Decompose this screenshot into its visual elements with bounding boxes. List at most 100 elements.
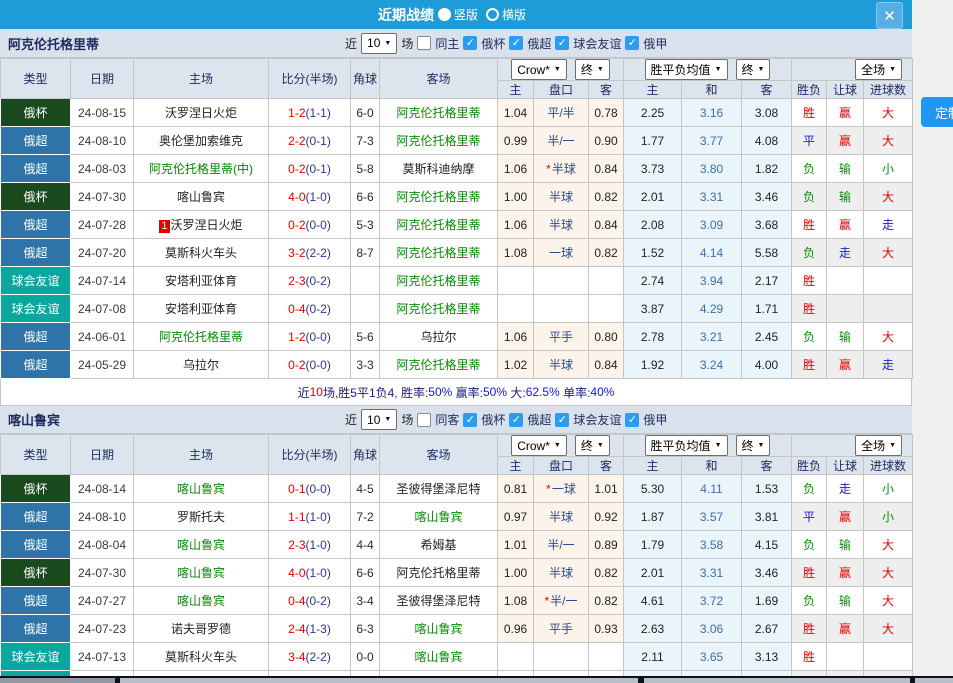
score: 2-3(1-0) xyxy=(269,531,351,559)
match-date: 24-07-28 xyxy=(71,211,134,239)
odds-company-value: Crow* xyxy=(517,63,550,77)
handicap-result-cell xyxy=(827,643,864,671)
crow-away-odds: 0.92 xyxy=(589,503,624,531)
league-checkbox-super[interactable]: ✓ xyxy=(509,36,523,50)
full-match-group: 全场▼ xyxy=(792,435,913,457)
handicap: 半球 xyxy=(534,211,589,239)
home-team: 喀山鲁宾 xyxy=(134,475,269,503)
filter-bar: 近 10▼ 场 同客 ✓俄杯 ✓俄超 ✓球会友谊 ✓俄甲 xyxy=(345,409,667,430)
match-row: 俄杯24-08-15沃罗涅日火炬1-2(1-1)6-0阿克伦托格里蒂1.04平/… xyxy=(1,99,913,127)
customize-button[interactable]: 定制 xyxy=(921,97,953,127)
league-badge: 俄超 xyxy=(1,211,71,239)
same-venue-checkbox[interactable] xyxy=(417,36,431,50)
full-match-select[interactable]: 全场▼ xyxy=(855,435,902,456)
same-venue-checkbox[interactable] xyxy=(417,413,431,427)
league-checkbox-friendly[interactable]: ✓ xyxy=(555,36,569,50)
odds-company-value: Crow* xyxy=(517,439,550,453)
home-team: 安塔利亚体育 xyxy=(134,295,269,323)
match-count-select[interactable]: 10 ▼ xyxy=(361,409,397,430)
chevron-down-icon: ▼ xyxy=(758,442,765,449)
summary-segment: 62.5% xyxy=(526,385,560,399)
league-badge: 俄杯 xyxy=(1,183,71,211)
home-team: 沃罗涅日火炬 xyxy=(134,99,269,127)
handicap: 半球 xyxy=(534,351,589,379)
close-button[interactable]: ✕ xyxy=(876,2,903,29)
avg-time-select[interactable]: 终▼ xyxy=(736,435,771,456)
crow-away-odds: 0.80 xyxy=(589,323,624,351)
section-team-title: 阿克伦托格里蒂 xyxy=(8,34,99,53)
home-team: 1沃罗涅日火炬 xyxy=(134,211,269,239)
avg-draw-odds: 3.21 xyxy=(682,323,742,351)
sub-header: 胜负 xyxy=(792,457,827,475)
odds-time-select[interactable]: 终▼ xyxy=(575,435,610,456)
league-checkbox-div1[interactable]: ✓ xyxy=(625,36,639,50)
full-match-select[interactable]: 全场▼ xyxy=(855,59,902,80)
league-badge: 俄超 xyxy=(1,615,71,643)
goals-cell xyxy=(864,643,913,671)
sub-header: 让球 xyxy=(827,81,864,99)
crow-odds-group: Crow*▼ 终▼ xyxy=(498,435,624,457)
home-team: 奥伦堡加索维克 xyxy=(134,127,269,155)
summary-segment: 50% xyxy=(483,385,507,399)
background-window xyxy=(0,678,115,683)
home-team: 安塔利亚体育 xyxy=(134,267,269,295)
vertical-layout-radio[interactable] xyxy=(438,8,451,21)
crow-away-odds: 0.82 xyxy=(589,183,624,211)
corner-score: 0-0 xyxy=(351,643,380,671)
avg-away-odds: 3.46 xyxy=(742,559,792,587)
result-cell: 胜 xyxy=(792,351,827,379)
sub-header: 进球数 xyxy=(864,81,913,99)
match-row: 俄超24-08-03阿克伦托格里蒂(中)0-2(0-1)5-8莫斯科迪纳摩1.0… xyxy=(1,155,913,183)
result-cell: 胜 xyxy=(792,211,827,239)
handicap: 半球 xyxy=(534,503,589,531)
goals-cell: 走 xyxy=(864,211,913,239)
handicap-result-cell: 赢 xyxy=(827,127,864,155)
dialog-title: 近期战绩 xyxy=(378,5,434,25)
sub-header: 主 xyxy=(624,81,682,99)
odds-time-select[interactable]: 终▼ xyxy=(575,59,610,80)
handicap: *一球 xyxy=(534,475,589,503)
avg-away-odds: 5.58 xyxy=(742,239,792,267)
avg-home-odds: 2.11 xyxy=(624,643,682,671)
sub-header: 和 xyxy=(682,81,742,99)
match-row: 俄杯24-07-30喀山鲁宾4-0(1-0)6-6阿克伦托格里蒂1.00半球0.… xyxy=(1,559,913,587)
handicap-result-cell: 输 xyxy=(827,587,864,615)
league-label-super: 俄超 xyxy=(527,411,551,428)
league-label-friendly: 球会友谊 xyxy=(573,35,621,52)
league-checkbox-div1[interactable]: ✓ xyxy=(625,413,639,427)
corner-score: 5-3 xyxy=(351,211,380,239)
match-count-value: 10 xyxy=(367,413,380,427)
handicap xyxy=(534,295,589,323)
section-team-title: 喀山鲁宾 xyxy=(8,410,60,429)
corner-score: 7-3 xyxy=(351,127,380,155)
avg-draw-odds: 4.14 xyxy=(682,239,742,267)
chevron-down-icon: ▼ xyxy=(554,66,561,73)
handicap: 半/一 xyxy=(534,531,589,559)
avg-odds-select[interactable]: 胜平负均值▼ xyxy=(645,435,728,456)
avg-odds-select[interactable]: 胜平负均值▼ xyxy=(645,59,728,80)
crow-away-odds: 0.82 xyxy=(589,239,624,267)
league-checkbox-cup[interactable]: ✓ xyxy=(463,36,477,50)
horizontal-layout-radio[interactable] xyxy=(486,8,499,21)
league-checkbox-friendly[interactable]: ✓ xyxy=(555,413,569,427)
chevron-down-icon: ▼ xyxy=(384,416,391,423)
match-count-select[interactable]: 10▼ xyxy=(361,33,397,54)
league-checkbox-cup[interactable]: ✓ xyxy=(463,413,477,427)
odds-company-select[interactable]: Crow* ▼ xyxy=(511,59,567,80)
league-checkbox-super[interactable]: ✓ xyxy=(509,413,523,427)
goals-cell: 大 xyxy=(864,559,913,587)
filter-bar: 近 10▼ 场 同主 ✓俄杯 ✓俄超 ✓球会友谊 ✓俄甲 xyxy=(345,33,667,54)
avg-draw-odds: 4.29 xyxy=(682,295,742,323)
handicap: 一球 xyxy=(534,239,589,267)
sub-header: 客 xyxy=(742,81,792,99)
crow-home-odds xyxy=(498,267,534,295)
handicap: 平手 xyxy=(534,615,589,643)
avg-time-select[interactable]: 终▼ xyxy=(736,59,771,80)
col-header-home: 主场 xyxy=(134,59,269,99)
handicap: 半/一 xyxy=(534,127,589,155)
odds-company-select[interactable]: Crow*▼ xyxy=(511,435,567,456)
chevron-down-icon: ▼ xyxy=(597,66,604,73)
away-team: 阿克伦托格里蒂 xyxy=(380,183,498,211)
away-team: 喀山鲁宾 xyxy=(380,643,498,671)
result-cell: 负 xyxy=(792,239,827,267)
